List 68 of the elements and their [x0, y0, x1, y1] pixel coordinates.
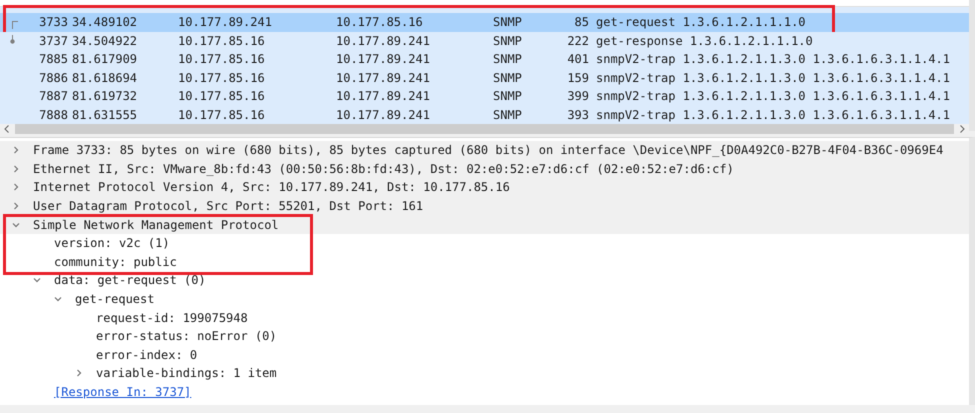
table-cell-text: 10.177.89.241 — [336, 108, 431, 122]
table-cell-text: 34.489102 — [71, 15, 138, 30]
table-cell-text: 10.177.85.16 — [178, 52, 266, 66]
table-cell-text: SNMP — [493, 52, 523, 66]
detail-field: version: v2c (1) — [54, 236, 170, 250]
table-cell-text: 10.177.85.16 — [178, 70, 266, 85]
detail-field: get-request — [75, 292, 154, 306]
table-cell-text: SNMP — [493, 34, 523, 48]
response-link[interactable]: [Response In: 3737] — [54, 385, 192, 400]
table-cell-text: 401 — [566, 52, 589, 66]
table-cell-text: SNMP — [493, 15, 523, 30]
detail-field: Simple Network Management Protocol — [33, 218, 279, 232]
collapsed-chevron-icon[interactable] — [12, 146, 20, 154]
table-cell-text: SNMP — [493, 70, 523, 85]
scroll-right-icon[interactable] — [960, 125, 965, 133]
detail-field: data: get-request (0) — [54, 273, 206, 288]
scroll-left-icon[interactable] — [4, 125, 9, 133]
expanded-chevron-icon[interactable] — [33, 276, 41, 284]
table-cell-text: get-request 1.3.6.1.2.1.1.1.0 — [595, 15, 807, 30]
table-cell-text: 10.177.85.16 — [178, 108, 266, 122]
table-cell-text: 10.177.89.241 — [336, 52, 431, 66]
table-cell-text: 10.177.89.241 — [178, 15, 273, 30]
collapsed-chevron-icon[interactable] — [12, 164, 20, 173]
table-cell-text: 7886 — [38, 70, 68, 85]
table-cell-text: 393 — [566, 108, 589, 122]
table-cell-text: 34.504922 — [71, 34, 138, 48]
collapsed-chevron-icon[interactable] — [12, 202, 20, 210]
expanded-chevron-icon[interactable] — [54, 295, 62, 304]
table-cell-text: 10.177.85.16 — [178, 34, 266, 48]
table-cell-text: get-response 1.3.6.1.2.1.1.1.0 — [595, 34, 814, 48]
table-cell-text: 159 — [566, 70, 589, 85]
table-cell-text: 222 — [566, 34, 589, 48]
expanded-chevron-icon[interactable] — [12, 220, 20, 229]
table-cell-text: 3737 — [38, 34, 68, 48]
collapsed-chevron-icon[interactable] — [75, 369, 83, 378]
table-cell-text: 10.177.85.16 — [336, 15, 424, 30]
packet-row[interactable]: 3737 34.504922 10.177.85.16 10.177.89.241 SNMP 222 get-response 1.3.6.1.2.1.1.1.0 — [0, 32, 969, 50]
detail-field: variable-bindings: 1 item — [96, 366, 277, 380]
packet-row[interactable]: 7888 81.631555 10.177.85.16 10.177.89.241 SNMP 393 snmpV2-trap 1.3.6.1.2.1.1.3.0 1.3.6.1.6.3.1.1.4.1 — [0, 106, 969, 124]
table-cell-text: 7885 — [38, 52, 68, 66]
table-cell-text: 3733 — [38, 15, 68, 30]
detail-field: request-id: 199075948 — [96, 310, 248, 325]
table-cell-text: 81.617909 — [71, 52, 138, 66]
table-cell-text: 399 — [566, 89, 589, 104]
table-cell-text: snmpV2-trap 1.3.6.1.2.1.1.3.0 1.3.6.1.6.3.1.1.4.1 — [595, 52, 952, 66]
table-cell-text: 85 — [574, 15, 589, 30]
table-cell-text: SNMP — [493, 108, 523, 122]
table-cell-text: 81.618694 — [71, 70, 138, 85]
packet-row[interactable]: 3733 34.489102 10.177.89.241 10.177.85.16 SNMP 85 get-request 1.3.6.1.2.1.1.1.0 — [0, 7, 969, 32]
table-cell-text: snmpV2-trap 1.3.6.1.2.1.1.3.0 1.3.6.1.6.3.1.1.4.1 — [595, 89, 952, 104]
table-cell-text: SNMP — [493, 89, 523, 104]
table-cell-text: 81.619732 — [71, 89, 138, 104]
packet-row[interactable]: 7886 81.618694 10.177.85.16 10.177.89.241 SNMP 159 snmpV2-trap 1.3.6.1.2.1.1.3.0 1.3.6.1.6.3.1.1.4.1 — [0, 68, 969, 87]
table-cell-text: 7888 — [38, 108, 68, 122]
table-cell-text: 10.177.89.241 — [336, 34, 431, 48]
table-cell-text: 10.177.89.241 — [336, 89, 431, 104]
table-cell-text: 10.177.85.16 — [178, 89, 266, 104]
collapsed-chevron-icon[interactable] — [12, 183, 20, 192]
detail-field: error-index: 0 — [96, 348, 198, 362]
table-cell-text: 81.631555 — [71, 108, 138, 122]
packet-row[interactable]: 7887 81.619732 10.177.85.16 10.177.89.241 SNMP 399 snmpV2-trap 1.3.6.1.2.1.1.3.0 1.3.6.1.6.3.1.1.4.1 — [0, 87, 969, 106]
table-cell-text: snmpV2-trap 1.3.6.1.2.1.1.3.0 1.3.6.1.6.3.1.1.4.1 — [595, 108, 952, 122]
table-cell-text: snmpV2-trap 1.3.6.1.2.1.1.3.0 1.3.6.1.6.3.1.1.4.1 — [595, 70, 952, 85]
packet-row[interactable]: 7885 81.617909 10.177.85.16 10.177.89.241 SNMP 401 snmpV2-trap 1.3.6.1.2.1.1.3.0 1.3.6.1.6.3.1.1.4.1 — [0, 50, 969, 68]
table-cell-text: 7887 — [38, 89, 68, 104]
detail-field: error-status: noError (0) — [96, 329, 277, 344]
table-cell-text: 10.177.89.241 — [336, 70, 431, 85]
detail-field: community: public — [54, 254, 177, 269]
